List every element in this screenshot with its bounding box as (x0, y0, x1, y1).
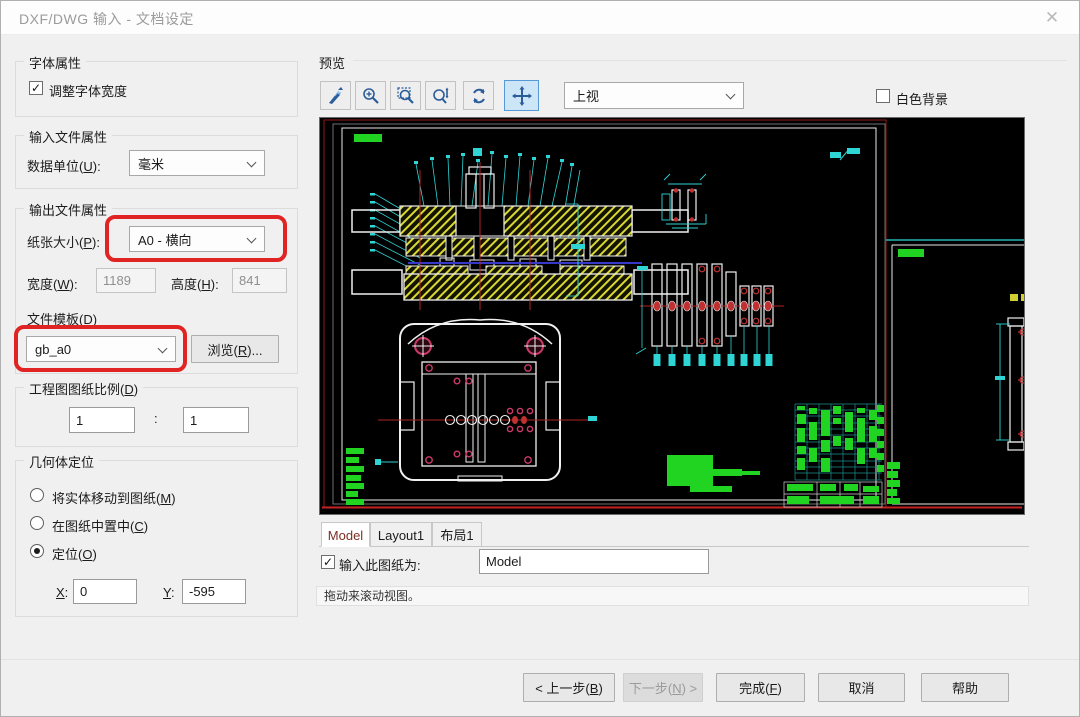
sheet-name-field[interactable] (479, 549, 709, 574)
radio-center-in-sheet[interactable] (30, 516, 44, 530)
pan-button[interactable] (504, 80, 539, 111)
dxf-dwg-import-dialog: DXF/DWG 输入 - 文档设定 ✕ 字体属性 ✓ 调整字体宽度 输入文件属性… (0, 0, 1080, 717)
paper-size-label: 纸张大小(P): (27, 232, 100, 251)
output-file-properties-title: 输出文件属性 (24, 200, 112, 219)
y-label: Y: (163, 585, 175, 600)
refresh-button[interactable] (463, 81, 494, 110)
paper-size-value: A0 - 横向 (138, 230, 191, 249)
back-button[interactable]: < 上一步(B) (523, 673, 615, 702)
radio-dot (34, 548, 40, 554)
import-sheet-label: 输入此图纸为: (339, 555, 421, 574)
cad-drawing (320, 118, 1024, 514)
radio-move-entities-label: 将实体移动到图纸(M) (52, 488, 176, 507)
preview-title: 预览 (319, 53, 345, 72)
sheet-scale-title: 工程图图纸比例(D) (24, 379, 143, 398)
y-field[interactable] (182, 579, 246, 604)
import-sheet-checkbox[interactable]: ✓ (321, 555, 335, 569)
footer-separator (1, 659, 1079, 660)
zoom-in-button[interactable] (355, 81, 386, 110)
height-field[interactable] (232, 268, 287, 293)
zoom-in-icon (361, 86, 381, 106)
pan-icon (511, 85, 533, 107)
data-units-label: 数据单位(U): (27, 156, 101, 175)
font-properties-title: 字体属性 (24, 53, 86, 72)
refresh-icon (469, 86, 489, 106)
select-button[interactable] (320, 81, 351, 110)
white-background-label: 白色背景 (896, 89, 948, 108)
finish-button[interactable]: 完成(F) (716, 673, 805, 702)
radio-move-entities[interactable] (30, 488, 44, 502)
zoom-window-icon (396, 86, 416, 106)
radio-position-label: 定位(O) (52, 544, 97, 563)
chevron-down-icon (158, 344, 168, 354)
view-orientation-select[interactable]: 上视 (564, 82, 744, 109)
scale-denominator-field[interactable] (183, 407, 249, 433)
zoom-window-button[interactable] (390, 81, 421, 110)
adjust-font-width-label: 调整字体宽度 (49, 81, 127, 100)
preview-canvas[interactable] (319, 117, 1025, 515)
white-background-checkbox[interactable] (876, 89, 890, 103)
input-file-properties-title: 输入文件属性 (24, 127, 112, 146)
chevron-down-icon (726, 90, 736, 100)
radio-position[interactable] (30, 544, 44, 558)
zoom-scale-button[interactable] (425, 81, 456, 110)
tab-buju1[interactable]: 布局1 (432, 522, 482, 547)
browse-button[interactable]: 浏览(R)... (191, 335, 279, 363)
close-icon[interactable]: ✕ (1039, 6, 1065, 30)
geometry-position-title: 几何体定位 (24, 452, 99, 471)
x-field[interactable] (73, 579, 137, 604)
cancel-button[interactable]: 取消 (818, 673, 905, 702)
preview-title-rule (353, 60, 1067, 61)
width-field[interactable] (96, 268, 156, 293)
tab-model[interactable]: Model (321, 522, 370, 547)
view-orientation-value: 上视 (573, 86, 599, 105)
height-label: 高度(H): (171, 274, 219, 293)
file-template-label: 文件模板(D) (27, 309, 97, 328)
file-template-select[interactable]: gb_a0 (26, 336, 176, 362)
file-template-value: gb_a0 (35, 342, 71, 357)
radio-center-in-sheet-label: 在图纸中置中(C) (52, 516, 148, 535)
width-label: 宽度(W): (27, 274, 78, 293)
data-units-value: 毫米 (138, 154, 164, 173)
scale-numerator-field[interactable] (69, 407, 135, 433)
scale-separator: : (154, 411, 158, 426)
adjust-font-width-checkbox[interactable]: ✓ (29, 81, 43, 95)
x-label: X: (56, 585, 68, 600)
chevron-down-icon (247, 158, 257, 168)
help-button[interactable]: 帮助 (921, 673, 1009, 702)
data-units-select[interactable]: 毫米 (129, 150, 265, 176)
select-icon (326, 86, 346, 106)
zoom-scale-icon (431, 86, 451, 106)
titlebar: DXF/DWG 输入 - 文档设定 ✕ (1, 1, 1079, 35)
tab-layout1[interactable]: Layout1 (370, 522, 432, 547)
chevron-down-icon (247, 234, 257, 244)
paper-size-select[interactable]: A0 - 横向 (129, 226, 265, 252)
next-button[interactable]: 下一步(N) > (623, 673, 703, 702)
status-bar: 拖动来滚动视图。 (316, 586, 1029, 606)
dialog-title: DXF/DWG 输入 - 文档设定 (19, 9, 194, 29)
